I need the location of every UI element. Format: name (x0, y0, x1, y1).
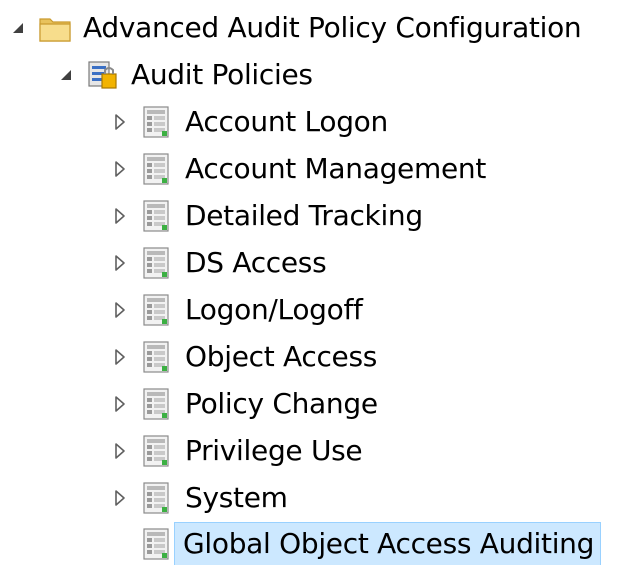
tree-node-account-logon[interactable]: Account Logon (110, 100, 395, 144)
policy-list-icon (140, 293, 174, 327)
collapsed-arrow-icon[interactable] (110, 159, 130, 179)
tree-node-label: DS Access (185, 246, 327, 279)
collapsed-arrow-icon[interactable] (110, 394, 130, 414)
tree-node-logon-logoff[interactable]: Logon/Logoff (110, 288, 370, 332)
tree-node-detailed-tracking[interactable]: Detailed Tracking (110, 194, 430, 238)
expanded-arrow-icon[interactable] (56, 65, 76, 85)
policy-list-icon (140, 152, 174, 186)
policy-list-icon (140, 481, 174, 515)
tree-node-label: System (185, 481, 288, 514)
collapsed-arrow-icon[interactable] (110, 347, 130, 367)
tree-node-label: Object Access (185, 340, 378, 373)
tree-node-account-management[interactable]: Account Management (110, 147, 493, 191)
tree-node-global-object-access-auditing[interactable]: Global Object Access Auditing (110, 522, 602, 565)
tree-node-label: Logon/Logoff (185, 293, 363, 326)
tree-node-label: Policy Change (185, 387, 378, 420)
tree-node-label: Advanced Audit Policy Configuration (83, 11, 582, 44)
tree-node-object-access[interactable]: Object Access (110, 335, 384, 379)
collapsed-arrow-icon[interactable] (110, 253, 130, 273)
tree-node-label: Global Object Access Auditing (174, 522, 602, 565)
policy-list-icon (140, 199, 174, 233)
collapsed-arrow-icon[interactable] (110, 206, 130, 226)
tree-node-label: Audit Policies (131, 58, 313, 91)
no-toggle-spacer (110, 534, 130, 554)
policy-list-icon (140, 434, 174, 468)
tree-node-label: Account Management (185, 152, 487, 185)
policy-list-icon (140, 527, 174, 561)
tree-node-policy-change[interactable]: Policy Change (110, 382, 385, 426)
tree-node-privilege-use[interactable]: Privilege Use (110, 429, 369, 473)
collapsed-arrow-icon[interactable] (110, 300, 130, 320)
tree-node-system[interactable]: System (110, 476, 295, 520)
tree-node-label: Privilege Use (185, 434, 363, 467)
tree-node-ds-access[interactable]: DS Access (110, 241, 333, 285)
policy-list-icon (140, 387, 174, 421)
tree-node-root[interactable]: Advanced Audit Policy Configuration (8, 6, 588, 50)
audit-policies-icon (86, 58, 120, 92)
collapsed-arrow-icon[interactable] (110, 441, 130, 461)
tree-node-label: Detailed Tracking (185, 199, 423, 232)
policy-list-icon (140, 105, 174, 139)
policy-list-icon (140, 246, 174, 280)
tree-node-label: Account Logon (185, 105, 388, 138)
tree-node-audit-policies[interactable]: Audit Policies (56, 53, 320, 97)
folder-icon (38, 11, 72, 45)
collapsed-arrow-icon[interactable] (110, 112, 130, 132)
policy-list-icon (140, 340, 174, 374)
audit-policy-tree: Advanced Audit Policy Configuration Audi… (0, 0, 626, 565)
collapsed-arrow-icon[interactable] (110, 488, 130, 508)
expanded-arrow-icon[interactable] (8, 18, 28, 38)
